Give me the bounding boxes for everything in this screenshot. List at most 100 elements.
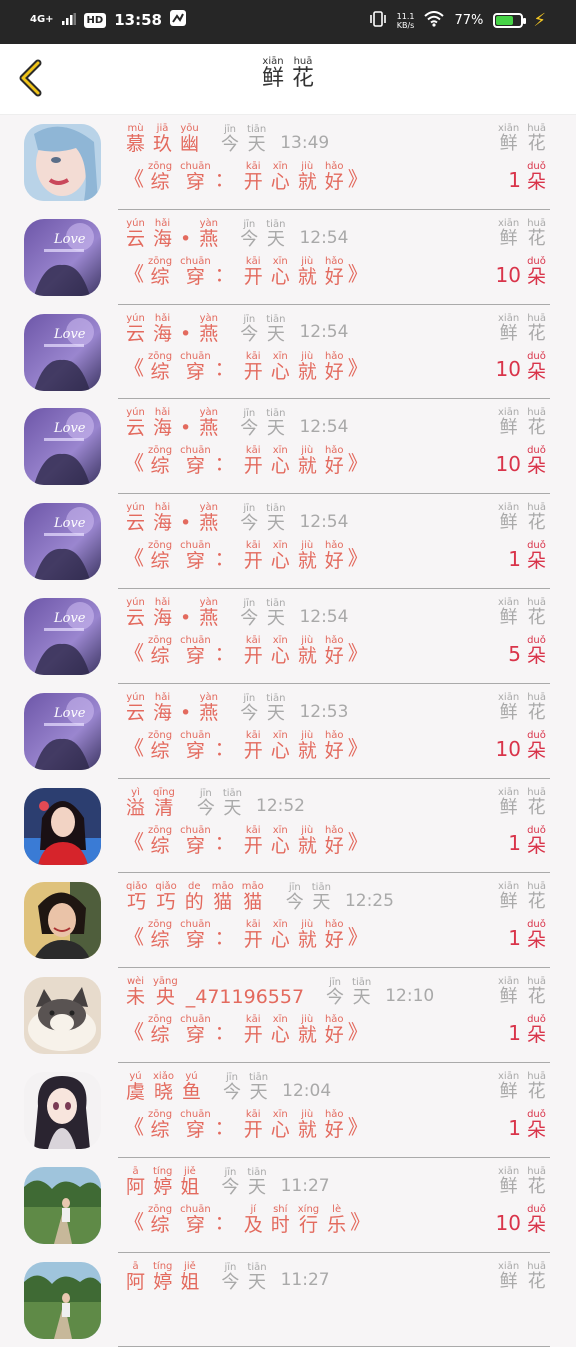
pinyin-char: duǒ 朵 [527, 256, 546, 288]
cat-avatar[interactable] [24, 977, 101, 1055]
outdoor-person-avatar[interactable] [24, 1261, 101, 1339]
list-item[interactable]: ā 阿 tíng 婷 jiě 姐 jīn 今 tiān 天 11:27 xiān 鲜 huā 花 [0, 1253, 576, 1347]
gift-message: 《 zōng 综 chuān 穿： kāi 开 xīn 心 jiù 就 hǎo 好》 [124, 1014, 368, 1046]
pinyin: yún [126, 312, 145, 324]
pinyin-char: jiù 就 [298, 161, 317, 193]
character: 阿 [126, 1175, 146, 1198]
svg-text:Love: Love [53, 706, 86, 721]
character: 就 [297, 550, 317, 573]
pinyin-char: jiù 就 [298, 1109, 317, 1141]
character: 云 [126, 322, 146, 345]
flower-label: xiān 鲜 huā 花 [494, 1261, 550, 1291]
sender-line: yún 云 hǎi 海 • yàn 燕 jīn 今 tiān 天 12:53 [122, 692, 348, 724]
unit-label: duǒ 朵 [523, 635, 550, 667]
quote-open: 《 [124, 925, 144, 950]
today-label: jīn 今 tiān 天 [219, 1072, 272, 1103]
character: 天 [248, 1176, 266, 1198]
list-item[interactable]: Love yún 云 hǎi 海 • yàn 燕 jīn 今 tiān 天 12:54 《 zōng 综 ch… [0, 305, 576, 400]
pinyin-char: xiān 鲜 [498, 1166, 519, 1197]
character: 猫 [213, 891, 233, 914]
love-purple-avatar[interactable]: Love [24, 218, 101, 296]
character: 玖 [153, 133, 173, 155]
pinyin: duǒ [527, 824, 546, 836]
list-item[interactable]: yú 虞 xiǎo 晓 yú 鱼 jīn 今 tiān 天 12:04 《 zōng 综 chuān 穿： kā… [0, 1063, 576, 1158]
love-purple-avatar[interactable]: Love [24, 692, 101, 770]
gift-count: 10 duǒ 朵 [496, 1204, 550, 1236]
character: 央 [155, 986, 175, 1009]
character: 鲜 [499, 701, 518, 723]
anime-girl-avatar[interactable] [24, 1071, 101, 1149]
pinyin: tíng [153, 1260, 173, 1272]
list-item[interactable]: yì 溢 qīng 清 jīn 今 tiān 天 12:52 《 zōng 综 chuān 穿： kāi 开 x… [0, 779, 576, 874]
pinyin-char: yàn 燕 [199, 502, 218, 534]
pinyin-char: xīn 心 [271, 540, 290, 572]
colon: ： [214, 453, 234, 476]
pinyin-char: duǒ 朵 [527, 1014, 546, 1046]
character: • [180, 322, 192, 345]
character: 阿 [126, 1270, 146, 1293]
character: 好 [324, 644, 344, 667]
sender-name: yún 云 hǎi 海 • yàn 燕 [122, 502, 222, 534]
timestamp: 12:54 [299, 512, 349, 533]
character: 云 [126, 606, 146, 629]
sender-name: ā 阿 tíng 婷 jiě 姐 [122, 1166, 203, 1198]
pinyin-char: jiù 就 [298, 635, 317, 667]
pinyin: xiān [498, 786, 520, 798]
pinyin-char: hǎo 好 [325, 161, 344, 193]
pinyin: hǎo [324, 824, 344, 836]
character: 好 [324, 739, 344, 762]
character: 燕 [199, 322, 219, 345]
gift-phrase: kāi 开 xīn 心 jiù 就 hǎo 好 [240, 635, 348, 667]
book-title: zōng 综 chuān 穿 [144, 1109, 215, 1141]
character: • [180, 417, 192, 440]
gift-phrase: kāi 开 xīn 心 jiù 就 hǎo 好 [240, 161, 348, 193]
list-item[interactable]: Love yún 云 hǎi 海 • yàn 燕 jīn 今 tiān 天 12:54 《 zōng 综 ch… [0, 399, 576, 495]
pinyin-char: huā 花 [527, 976, 546, 1007]
list-item[interactable]: Love yún 云 hǎi 海 • yàn 燕 jīn 今 tiān 天 12:54 《 zōng 综 ch… [0, 494, 576, 589]
sender-name: yún 云 hǎi 海 • yàn 燕 [122, 218, 222, 250]
character: 花 [527, 796, 546, 818]
flower-label: xiān 鲜 huā 花 [494, 787, 550, 818]
love-purple-avatar[interactable]: Love [24, 597, 101, 675]
list-item[interactable]: Love yún 云 hǎi 海 • yàn 燕 jīn 今 tiān 天 12:54 《 zōng 综 ch… [0, 589, 576, 684]
pinyin-char: chuān 穿 [180, 161, 211, 193]
character: 花 [527, 606, 546, 628]
pinyin: huā [527, 1260, 546, 1272]
character: 天 [248, 1271, 266, 1293]
list-item[interactable]: ā 阿 tíng 婷 jiě 姐 jīn 今 tiān 天 11:27 《 zōng 综 chuān 穿： jí… [0, 1158, 576, 1253]
woman-selfie-avatar[interactable] [24, 882, 101, 960]
pinyin-char: chuān 穿 [180, 635, 211, 667]
list-item[interactable]: wèi 未 yāng 央 _471196557 jīn 今 tiān 天 12:10 《 zōng 综… [0, 968, 576, 1063]
pinyin-char: kāi 开 [244, 730, 263, 762]
list-item[interactable]: Love yún 云 hǎi 海 • yàn 燕 jīn 今 tiān 天 12:54 《 zōng 综 ch… [0, 210, 576, 305]
pinyin-char: xīn 心 [271, 256, 290, 288]
character: 花 [527, 133, 546, 154]
colon: ： [214, 358, 234, 381]
quote-open: 《 [124, 451, 144, 476]
timestamp: 12:54 [299, 417, 349, 438]
character: 综 [150, 644, 170, 667]
pinyin-char: xiān 鲜 [498, 1261, 519, 1292]
list-item[interactable]: Love yún 云 hǎi 海 • yàn 燕 jīn 今 tiān 天 12:53 《 zōng 综 ch… [0, 684, 576, 779]
character: 穿 [185, 929, 205, 952]
love-purple-avatar[interactable]: Love [24, 313, 101, 391]
gift-count: 1 duǒ 朵 [508, 540, 550, 572]
pinyin-char: duǒ 朵 [527, 445, 546, 477]
character: 朵 [526, 739, 546, 762]
love-purple-avatar[interactable]: Love [24, 503, 101, 581]
list-item[interactable]: qiǎo 巧 qiǎo 巧 de 的 māo 猫 māo 猫 jīn 今 tiān 天 12:25 《 zōng… [0, 873, 576, 969]
character: 燕 [199, 606, 219, 629]
outdoor-person-avatar[interactable] [24, 1166, 101, 1244]
speed-unit: KB/s [396, 20, 415, 30]
pinyin-char: hǎo 好 [325, 635, 344, 667]
girl-portrait-blue-avatar[interactable] [24, 124, 101, 201]
love-purple-avatar[interactable]: Love [24, 408, 101, 486]
girl-red-dress-avatar[interactable] [24, 787, 101, 865]
character: 婷 [153, 1175, 173, 1198]
character: 花 [527, 986, 546, 1008]
pinyin [184, 313, 187, 324]
list-item[interactable]: mù 慕 jiā 玖 yōu 幽 jīn 今 tiān 天 13:49 《 zōng 综 chuān 穿： kā… [0, 115, 576, 210]
pinyin-char: tiān 天 [352, 977, 371, 1008]
pinyin-char: duǒ 朵 [527, 351, 546, 383]
character: 穿 [185, 644, 205, 667]
